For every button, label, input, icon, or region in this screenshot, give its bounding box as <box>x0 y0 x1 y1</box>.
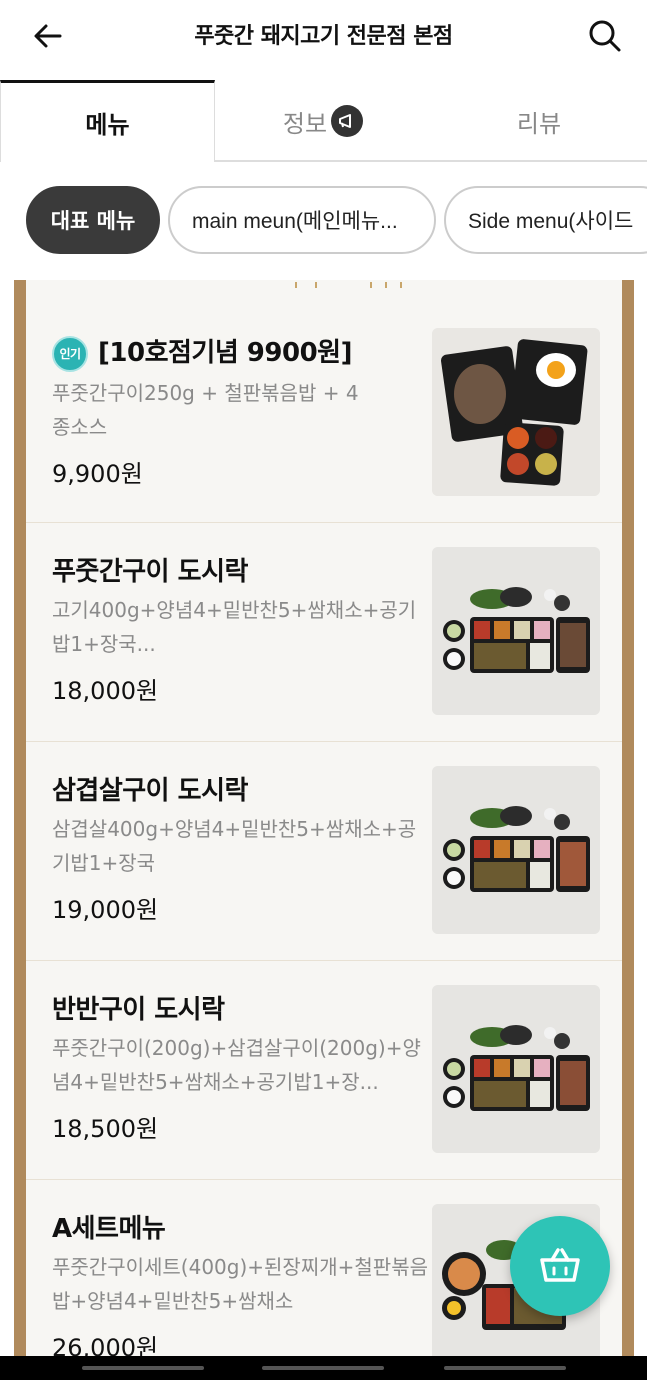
menu-item-price: 19,000원 <box>52 896 159 924</box>
search-icon <box>589 20 621 52</box>
menu-item-price: 18,000원 <box>52 677 159 705</box>
chip-side-menu[interactable]: Side menu(사이드 <box>444 186 647 254</box>
menu-item-name: 인기 [10호점기념 9900원] <box>52 332 352 372</box>
chip-main-menu[interactable]: main meun(메인메뉴... <box>168 186 436 254</box>
menu-item-price: 18,500원 <box>52 1115 159 1143</box>
menu-item-name: 푸줏간구이 도시락 <box>52 557 248 587</box>
app-header: 푸줏간 돼지고기 전문점 본점 <box>0 0 647 70</box>
menu-item-image <box>432 547 600 715</box>
menu-item-desc: 삼겹살400g+양념4+밑반찬5+쌈채소+공기밥1+장국 <box>52 817 417 875</box>
popular-badge: 인기 <box>52 335 88 372</box>
search-button[interactable] <box>583 14 627 58</box>
menu-item-name-text: [10호점기념 9900원] <box>98 338 352 368</box>
tab-info[interactable]: 정보 <box>215 80 431 162</box>
menu-item-price: 9,900원 <box>52 460 143 488</box>
decorative-ornament <box>286 280 426 288</box>
menu-list: 인기 [10호점기념 9900원] 푸줏간구이250g + 철판볶음밥 + 4종소… <box>26 280 622 1360</box>
megaphone-icon <box>331 105 364 137</box>
system-nav-bar <box>0 1356 647 1380</box>
nav-home[interactable] <box>262 1366 384 1370</box>
menu-item-image <box>432 985 600 1153</box>
menu-item-name: 삼겹살구이 도시락 <box>52 776 248 806</box>
menu-item-image <box>432 328 600 496</box>
tab-menu-label: 메뉴 <box>85 111 130 139</box>
chip-label: 대표 메뉴 <box>50 209 136 233</box>
menu-item[interactable]: 삼겹살구이 도시락 삼겹살400g+양념4+밑반찬5+쌈채소+공기밥1+장국 1… <box>26 742 622 961</box>
cart-button[interactable] <box>510 1216 610 1316</box>
tab-bar: 메뉴 정보 리뷰 <box>0 80 647 162</box>
tab-info-label: 정보 <box>282 109 328 138</box>
nav-back[interactable] <box>444 1366 566 1370</box>
menu-item-desc: 고기400g+양념4+밑반찬5+쌈채소+공기밥1+장국... <box>52 598 417 656</box>
menu-item-desc: 푸줏간구이(200g)+삼겹살구이(200g)+양념4+밑반찬5+쌈채소+공기밥… <box>52 1036 421 1094</box>
chip-label: Side menu(사이드 <box>468 210 634 233</box>
tab-menu[interactable]: 메뉴 <box>0 80 215 162</box>
menu-item-desc: 푸줏간구이세트(400g)+된장찌개+철판볶음밥+양념4+밑반찬5+쌈채소 <box>52 1255 428 1313</box>
menu-item-name: 반반구이 도시락 <box>52 995 225 1025</box>
menu-item[interactable]: 반반구이 도시락 푸줏간구이(200g)+삼겹살구이(200g)+양념4+밑반찬… <box>26 961 622 1180</box>
tab-review-label: 리뷰 <box>516 109 562 138</box>
category-chips: 대표 메뉴 main meun(메인메뉴... Side menu(사이드 <box>0 186 647 256</box>
chip-featured-menu[interactable]: 대표 메뉴 <box>26 186 160 254</box>
nav-recents[interactable] <box>82 1366 204 1370</box>
menu-item-name: A세트메뉴 <box>52 1214 166 1244</box>
menu-item-image <box>432 766 600 934</box>
menu-item[interactable]: 푸줏간구이 도시락 고기400g+양념4+밑반찬5+쌈채소+공기밥1+장국...… <box>26 523 622 742</box>
menu-item-desc: 푸줏간구이250g + 철판볶음밥 + 4종소스 <box>52 381 359 439</box>
tab-review[interactable]: 리뷰 <box>431 80 647 162</box>
basket-icon <box>540 1248 580 1282</box>
tab-divider <box>215 160 647 162</box>
menu-item[interactable]: 인기 [10호점기념 9900원] 푸줏간구이250g + 철판볶음밥 + 4종소… <box>26 304 622 523</box>
page-title: 푸줏간 돼지고기 전문점 본점 <box>194 24 453 49</box>
chip-label: main meun(메인메뉴... <box>192 210 398 233</box>
